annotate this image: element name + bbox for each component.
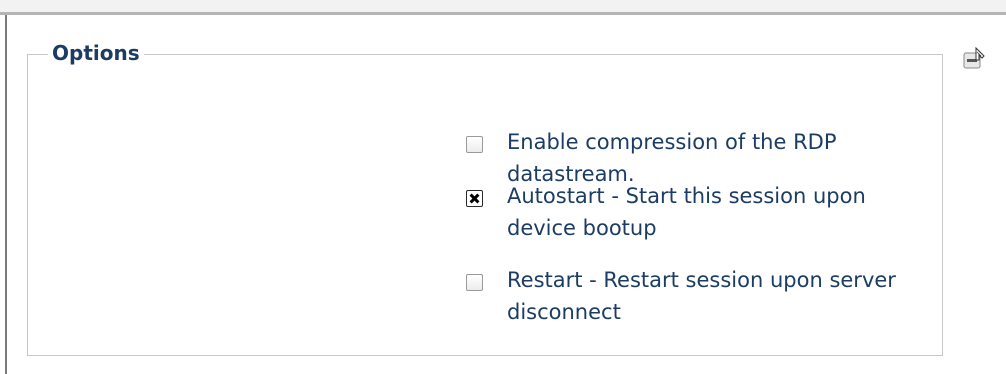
autostart-checkbox[interactable] xyxy=(466,190,483,207)
collapse-minus-icon[interactable] xyxy=(963,47,985,69)
top-panel-edge xyxy=(0,0,1006,15)
options-legend: Options xyxy=(48,40,144,66)
compression-checkbox[interactable] xyxy=(466,136,483,153)
left-divider xyxy=(5,15,7,374)
restart-checkbox[interactable] xyxy=(466,274,483,291)
restart-label[interactable]: Restart - Restart session upon server di… xyxy=(507,264,926,328)
autostart-label[interactable]: Autostart - Start this session upon devi… xyxy=(507,180,926,244)
option-restart[interactable]: Restart - Restart session upon server di… xyxy=(466,264,926,328)
option-autostart[interactable]: Autostart - Start this session upon devi… xyxy=(466,180,926,244)
